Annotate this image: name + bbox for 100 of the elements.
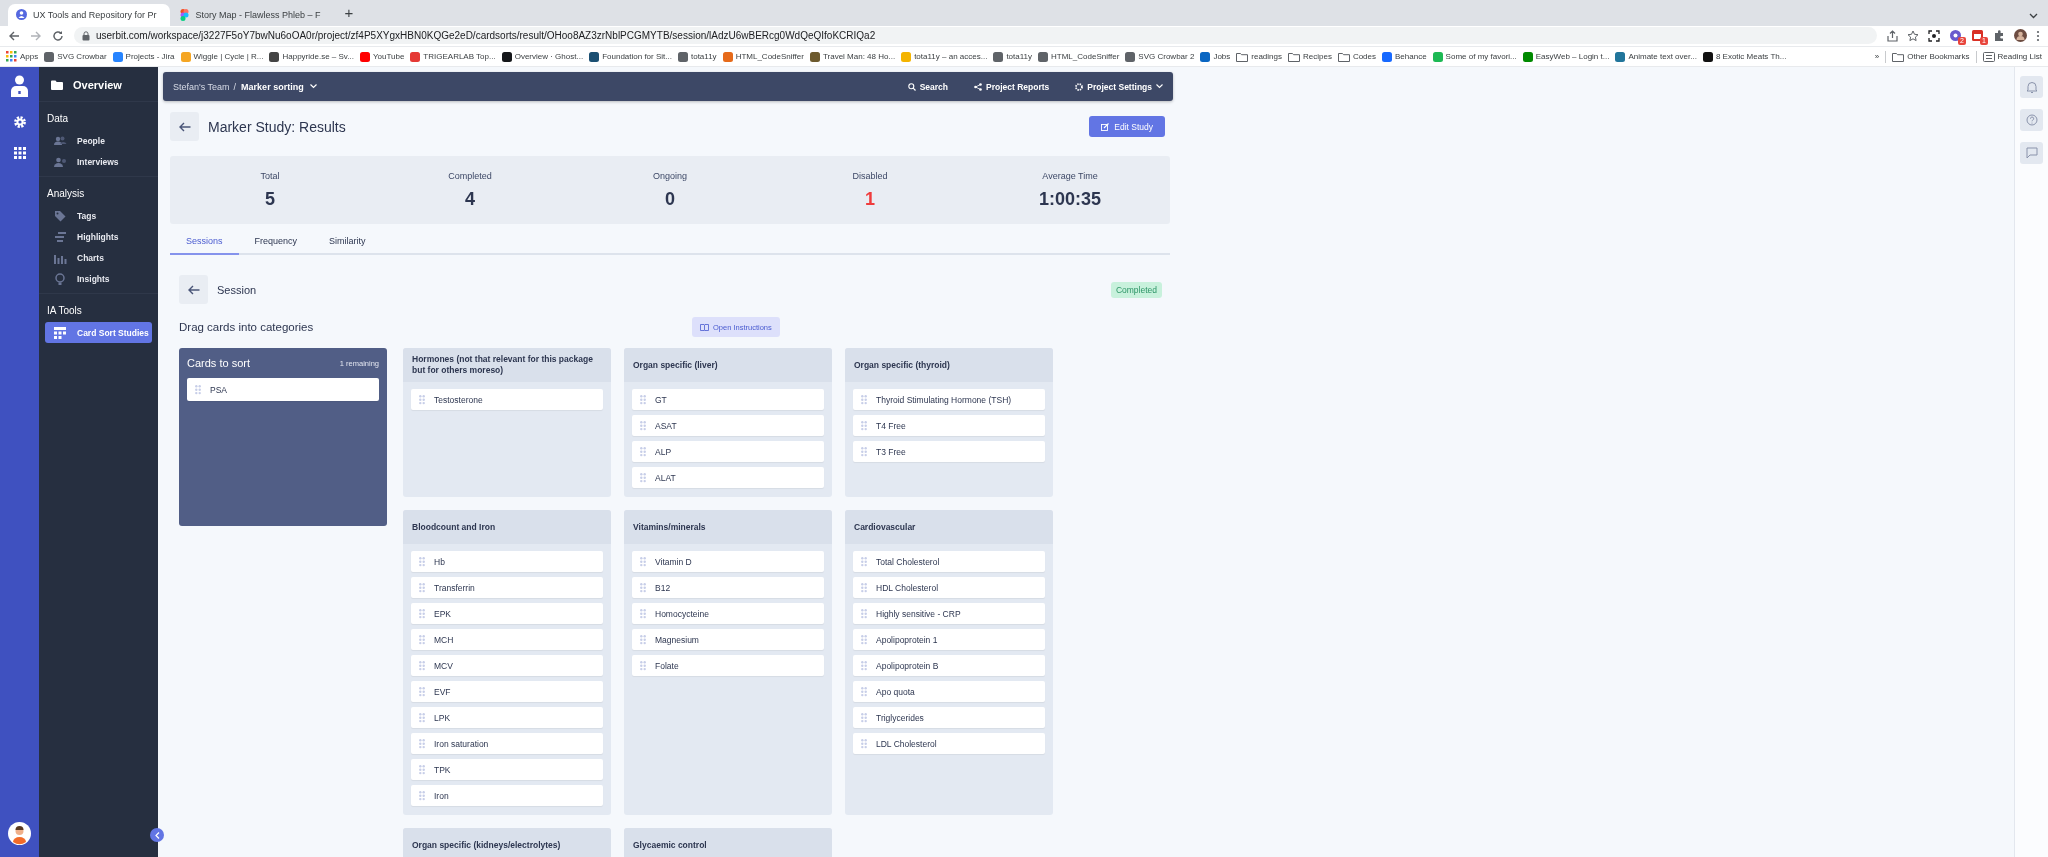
apps-grid-icon[interactable]: [13, 147, 26, 159]
bookmark-link[interactable]: TRIGEARLAB Top...: [410, 51, 496, 62]
tab[interactable]: Sessions: [170, 231, 239, 255]
sidebar-item[interactable]: Card Sort Studies: [45, 322, 152, 343]
bookmark-link[interactable]: tota11y: [677, 51, 717, 62]
bookmark-link[interactable]: tota11y: [993, 51, 1033, 62]
project-dropdown[interactable]: Marker sorting: [241, 81, 317, 92]
header-link[interactable]: Project Reports: [974, 81, 1050, 92]
bookmark-link[interactable]: HTML_CodeSniffer: [722, 51, 804, 62]
sort-card[interactable]: MCH: [411, 629, 603, 650]
header-link[interactable]: Project Settings: [1075, 81, 1163, 92]
drag-handle-icon: [640, 582, 646, 593]
bookmark-link[interactable]: Happyride.se – Sv...: [269, 51, 354, 62]
more-vertical-icon[interactable]: [2036, 29, 2040, 42]
sort-card[interactable]: Iron: [411, 785, 603, 806]
bookmark-link[interactable]: EasyWeb – Login t...: [1522, 51, 1610, 62]
bookmark-link[interactable]: Behance: [1382, 51, 1427, 62]
sort-card[interactable]: Vitamin D: [632, 551, 824, 572]
sort-card[interactable]: Apolipoprotein B: [853, 655, 1045, 676]
sort-card[interactable]: Triglycerides: [853, 707, 1045, 728]
settings-icon[interactable]: [12, 115, 27, 129]
sort-card[interactable]: B12: [632, 577, 824, 598]
folder-icon: [1288, 51, 1300, 62]
sort-card[interactable]: Apolipoprotein 1: [853, 629, 1045, 650]
bookmark-link[interactable]: SVG Crowbar 2: [1125, 51, 1195, 62]
bookmark-link[interactable]: Codes: [1337, 51, 1376, 62]
stat-value: 0: [665, 188, 675, 210]
sort-card[interactable]: Testosterone: [411, 389, 603, 410]
sort-card[interactable]: Homocycteine: [632, 603, 824, 624]
sort-card[interactable]: Folate: [632, 655, 824, 676]
bookmark-link[interactable]: Wiggle | Cycle | R...: [180, 51, 264, 62]
overview-link[interactable]: Overview: [39, 67, 158, 102]
sidebar-item[interactable]: Charts: [45, 247, 152, 268]
sort-card[interactable]: EPK: [411, 603, 603, 624]
sort-card[interactable]: GT: [632, 389, 824, 410]
bookmark-folder[interactable]: Other Bookmarks: [1892, 51, 1970, 62]
sort-card[interactable]: T3 Free: [853, 441, 1045, 462]
breadcrumb-link[interactable]: Stefan's Team: [173, 81, 230, 92]
sort-card[interactable]: Thyroid Stimulating Hormone (TSH): [853, 389, 1045, 410]
user-avatar[interactable]: [8, 822, 31, 845]
sort-card[interactable]: HDL Cholesterol: [853, 577, 1045, 598]
back-button[interactable]: [170, 112, 199, 141]
bookmark-link[interactable]: Travel Man: 48 Ho...: [809, 51, 896, 62]
sort-card[interactable]: Transferrin: [411, 577, 603, 598]
sort-card[interactable]: PSA: [187, 378, 379, 401]
collapse-button[interactable]: [150, 828, 164, 842]
person-logo-icon[interactable]: [11, 75, 28, 97]
tab[interactable]: Frequency: [238, 231, 314, 255]
bookmark-link[interactable]: Animate text over...: [1615, 51, 1697, 62]
sidebar-item[interactable]: Interviews: [45, 151, 152, 172]
bookmark-link[interactable]: Some of my favori...: [1432, 51, 1517, 62]
sort-card[interactable]: LPK: [411, 707, 603, 728]
sort-card[interactable]: TPK: [411, 759, 603, 780]
sort-card[interactable]: EVF: [411, 681, 603, 702]
sort-card[interactable]: Magnesium: [632, 629, 824, 650]
bookmark-link[interactable]: 8 Exotic Meats Th...: [1702, 51, 1787, 62]
reading-list-button[interactable]: Reading List: [1982, 51, 2042, 62]
screenshot-icon[interactable]: [1928, 29, 1940, 42]
sort-card[interactable]: ALAT: [632, 467, 824, 488]
sort-card[interactable]: T4 Free: [853, 415, 1045, 436]
profile-avatar-icon[interactable]: [2014, 29, 2027, 43]
bookmark-link[interactable]: HTML_CodeSniffer: [1038, 51, 1120, 62]
overflow-chevron[interactable]: »: [1874, 52, 1880, 62]
sort-card[interactable]: Total Cholesterol: [853, 551, 1045, 572]
sidebar-item[interactable]: Tags: [45, 205, 152, 226]
chevron-down-icon[interactable]: [2029, 12, 2038, 19]
back-button[interactable]: [179, 275, 208, 304]
bookmark-link[interactable]: readings: [1236, 51, 1282, 62]
sort-card[interactable]: MCV: [411, 655, 603, 676]
sort-card[interactable]: Apo quota: [853, 681, 1045, 702]
tab[interactable]: Similarity: [313, 231, 382, 255]
edit-button[interactable]: Edit Study: [1089, 116, 1165, 137]
sort-card[interactable]: ALP: [632, 441, 824, 462]
sort-card[interactable]: ASAT: [632, 415, 824, 436]
bookmark-link[interactable]: Apps: [6, 51, 39, 63]
bookmark-link[interactable]: Recipes: [1288, 51, 1332, 62]
address-field[interactable]: userbit.com/workspace/j3227F5oY7bwNu6oOA0r/project/zf4P5XYgxHBN0KQGe2eD/cardsorts/result/OHoo8AZ3zrNblPCGMYTB/session/lAdzU6wBERcg0WdQeQIfoKCRIQa2: [74, 27, 1877, 45]
bookmark-link[interactable]: Jobs: [1200, 51, 1231, 62]
sort-card[interactable]: Hb: [411, 551, 603, 572]
bookmark-link[interactable]: Foundation for Sit...: [589, 51, 672, 62]
browser-tab[interactable]: Story Map - Flawless Phleb – F: [172, 3, 335, 26]
new-tab-button[interactable]: +: [336, 2, 362, 26]
sidebar-item[interactable]: Highlights: [45, 226, 152, 247]
sidebar-item[interactable]: Insights: [45, 268, 152, 289]
back-arrow-icon[interactable]: [8, 29, 20, 42]
bookmark-link[interactable]: Overview · Ghost...: [501, 51, 584, 62]
reload-icon[interactable]: [52, 29, 64, 42]
header-link[interactable]: Search: [907, 81, 948, 92]
bookmark-link[interactable]: Projects - Jira: [112, 51, 175, 62]
bookmark-link[interactable]: tota11y – an acces...: [901, 51, 988, 62]
sort-card[interactable]: Iron saturation: [411, 733, 603, 754]
sort-card[interactable]: LDL Cholesterol: [853, 733, 1045, 754]
puzzle-icon[interactable]: [1993, 29, 2005, 42]
bookmark-link[interactable]: SVG Crowbar: [44, 51, 107, 62]
bookmark-link[interactable]: YouTube: [359, 51, 405, 62]
sidebar-item[interactable]: People: [45, 130, 152, 151]
sort-card[interactable]: Highly sensitive - CRP: [853, 603, 1045, 624]
share-icon[interactable]: [1887, 29, 1898, 42]
browser-tab[interactable]: UX Tools and Repository for Pr: [8, 3, 171, 26]
star-icon[interactable]: [1907, 29, 1919, 42]
